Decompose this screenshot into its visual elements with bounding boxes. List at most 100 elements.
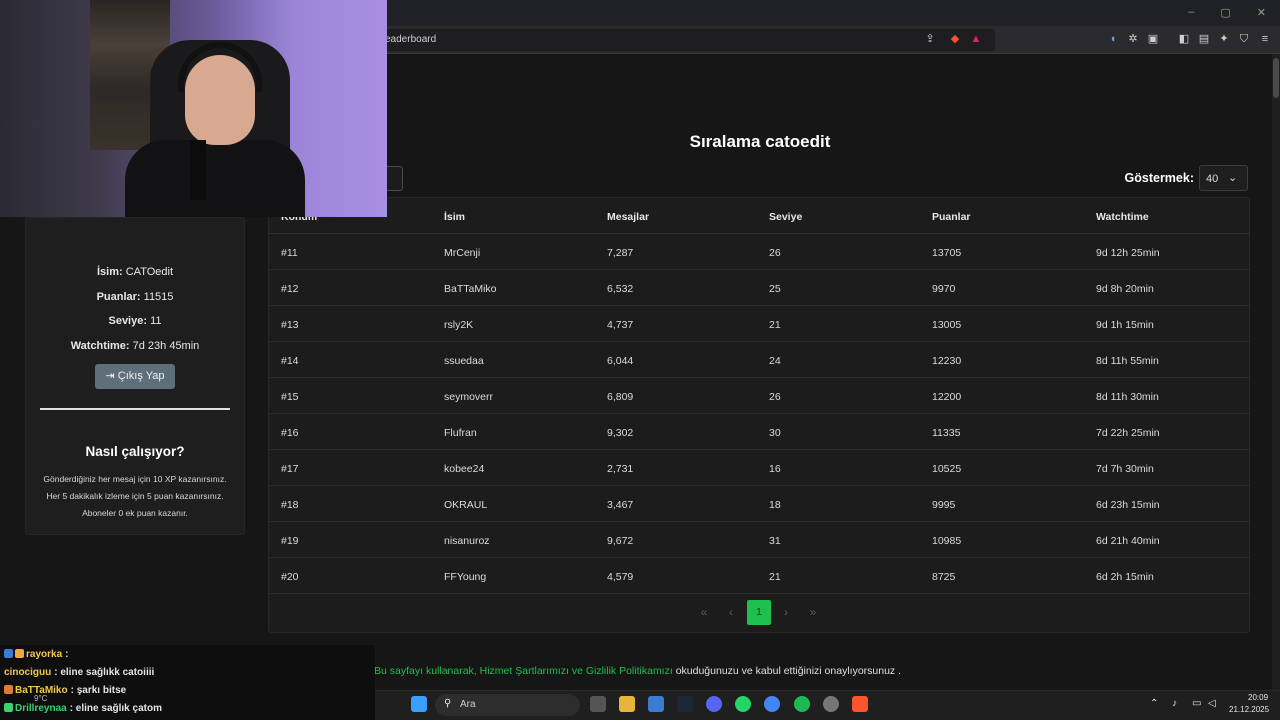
taskbar-search[interactable]	[435, 694, 580, 716]
cell-name: kobee24	[444, 463, 485, 475]
cell-messages: 4,737	[607, 319, 634, 331]
cell-points: 12200	[932, 391, 962, 403]
table-row: #14 ssuedaa 6,044 24 12230 8d 11h 55min	[268, 342, 1250, 378]
page-title: Sıralama catoedit	[689, 132, 831, 151]
cell-messages: 4,579	[607, 571, 634, 583]
cell-watchtime: 6d 21h 40min	[1096, 535, 1160, 547]
cell-watchtime: 6d 2h 15min	[1096, 571, 1154, 583]
cell-points: 8725	[932, 571, 956, 583]
cell-rank: #14	[281, 355, 299, 367]
chat-message: cinociguu: eline sağlıkk catoiiii	[4, 667, 155, 678]
header-watchtime[interactable]: Watchtime	[1096, 211, 1149, 223]
cell-level: 26	[769, 391, 781, 403]
steam-icon[interactable]	[677, 696, 693, 712]
task-view-icon[interactable]	[590, 696, 606, 712]
user-badge-icon	[4, 703, 13, 712]
cell-watchtime: 8d 11h 30min	[1096, 391, 1159, 403]
clock-time[interactable]: 20:09	[1248, 693, 1268, 702]
minimize-button[interactable]: –	[1188, 6, 1194, 19]
next-page-button[interactable]: ›	[774, 600, 798, 625]
streamer-body	[125, 140, 305, 217]
bits-badge-icon	[15, 649, 24, 658]
chat-message: rayorka:	[4, 649, 68, 660]
header-messages[interactable]: Mesajlar	[607, 211, 649, 223]
table-row: #15 seymoverr 6,809 26 12200 8d 11h 30min	[268, 378, 1250, 414]
terms-link[interactable]: Hizmet Şartlarımızı	[480, 665, 569, 677]
windows-start-icon[interactable]	[411, 696, 427, 712]
extensions-icon[interactable]: ✲	[1126, 32, 1140, 46]
whatsapp-icon[interactable]	[735, 696, 751, 712]
footer-and: ve	[568, 665, 586, 677]
sidebar-icon[interactable]: ◧	[1177, 32, 1191, 46]
cell-level: 18	[769, 499, 781, 511]
cell-messages: 9,302	[607, 427, 634, 439]
media-icon[interactable]: ▣	[1146, 32, 1160, 46]
discord-icon[interactable]	[706, 696, 722, 712]
chrome-icon[interactable]	[764, 696, 780, 712]
cell-level: 21	[769, 571, 781, 583]
show-count-select[interactable]: 40 ⌄	[1199, 165, 1248, 191]
cell-rank: #12	[281, 283, 299, 295]
leo-ai-icon[interactable]: ✦	[1217, 32, 1231, 46]
logout-button[interactable]: ⇥ Çıkış Yap	[95, 364, 175, 389]
cell-rank: #16	[281, 427, 299, 439]
profile-level: Seviye: 11	[108, 315, 162, 327]
footer-prefix: Bu sayfayı kullanarak,	[374, 665, 480, 677]
page-1-button[interactable]: 1	[747, 600, 771, 625]
brave-rewards-icon[interactable]: ▲	[969, 32, 983, 46]
spotify-icon[interactable]	[794, 696, 810, 712]
cell-watchtime: 8d 11h 55min	[1096, 355, 1159, 367]
privacy-link[interactable]: Gizlilik Politikamızı	[586, 665, 673, 677]
pagination: « ‹ 1 › »	[690, 600, 830, 625]
brave-shields-icon[interactable]: ◆	[948, 32, 962, 46]
profile-name: İsim: CATOedit	[96, 266, 174, 278]
cell-rank: #19	[281, 535, 299, 547]
menu-icon[interactable]: ≡	[1258, 32, 1272, 46]
prev-page-button[interactable]: ‹	[719, 600, 743, 625]
divider	[40, 408, 230, 410]
obs-icon[interactable]	[823, 696, 839, 712]
cell-watchtime: 6d 23h 15min	[1096, 499, 1160, 511]
header-level[interactable]: Seviye	[769, 211, 802, 223]
cell-points: 9970	[932, 283, 956, 295]
last-page-button[interactable]: »	[801, 600, 825, 625]
header-name[interactable]: İsim	[444, 211, 465, 223]
cell-name: MrCenji	[444, 247, 481, 259]
first-page-button[interactable]: «	[692, 600, 716, 625]
cell-watchtime: 9d 12h 25min	[1096, 247, 1160, 259]
url-text[interactable]: eaderboard	[385, 34, 436, 45]
clock-date[interactable]: 21.12.2025	[1229, 705, 1269, 714]
how-it-works-title: Nasıl çalışıyor?	[85, 444, 185, 459]
file-explorer-icon[interactable]	[619, 696, 635, 712]
network-icon[interactable]: ▭	[1192, 698, 1201, 709]
how-line: Aboneler 0 ek puan kazanır.	[82, 508, 188, 518]
chevron-up-icon[interactable]: ⌃	[1150, 698, 1158, 709]
chevron-down-icon: ⌄	[1228, 172, 1238, 184]
volume-icon[interactable]: ◁	[1208, 698, 1216, 709]
audio-playing-icon[interactable]: ◖	[1106, 32, 1120, 46]
chat-overlay: rayorka: cinociguu: eline sağlıkk catoii…	[0, 645, 375, 720]
share-icon[interactable]: ⇪	[923, 32, 937, 46]
cell-rank: #20	[281, 571, 299, 583]
close-button[interactable]: ✕	[1257, 6, 1266, 19]
cell-watchtime: 7d 22h 25min	[1096, 427, 1160, 439]
table-row: #17 kobee24 2,731 16 10525 7d 7h 30min	[268, 450, 1250, 486]
table-row: #16 Flufran 9,302 30 11335 7d 22h 25min	[268, 414, 1250, 450]
microphone-icon[interactable]: ♪	[1172, 698, 1177, 709]
scrollbar-thumb[interactable]	[1273, 58, 1279, 98]
wallet-icon[interactable]: ▤	[1197, 32, 1211, 46]
vpn-icon[interactable]: ⛉	[1237, 32, 1251, 46]
header-points[interactable]: Puanlar	[932, 211, 971, 223]
address-bar[interactable]	[380, 29, 995, 51]
cell-rank: #13	[281, 319, 299, 331]
chat-message: Drillreynaa: eline sağlık çatom	[4, 703, 162, 714]
brave-icon[interactable]	[852, 696, 868, 712]
cell-name: seymoverr	[444, 391, 494, 403]
cell-name: nisanuroz	[444, 535, 490, 547]
maximize-button[interactable]: ▢	[1220, 6, 1230, 19]
page-scrollbar[interactable]	[1272, 54, 1280, 690]
cell-points: 12230	[932, 355, 962, 367]
weather-text: 9°C	[34, 694, 48, 703]
store-icon[interactable]	[648, 696, 664, 712]
cell-name: Flufran	[444, 427, 477, 439]
